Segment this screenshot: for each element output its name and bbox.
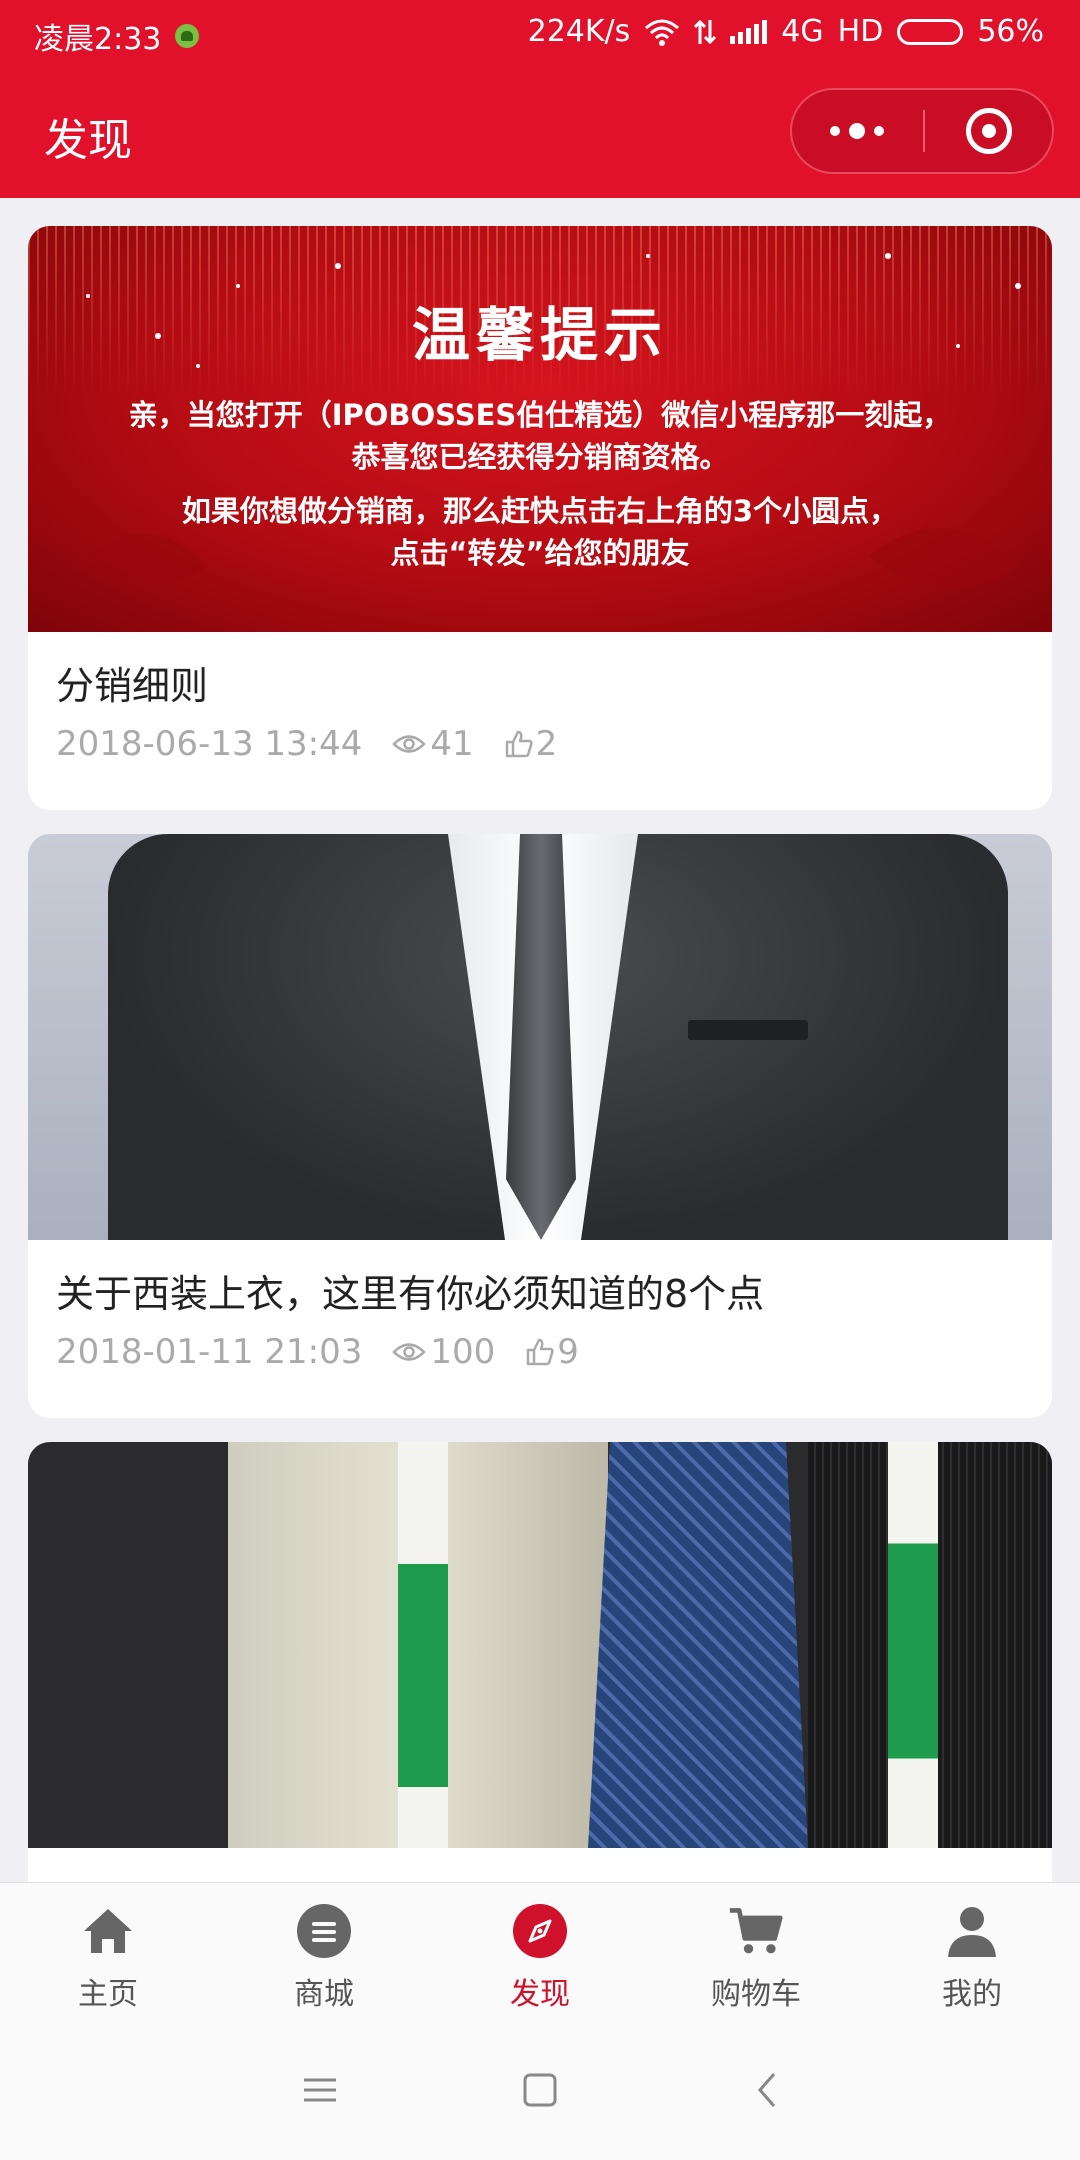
tab-label: 商城	[294, 1977, 354, 2012]
article-cover-image	[28, 834, 1052, 1240]
hd-indicator: HD	[837, 14, 884, 49]
article-card[interactable]: 温馨提示 亲，当您打开（IPOBOSSES伯仕精选）微信小程序那一刻起， 恭喜您…	[28, 226, 1052, 810]
tab-cart[interactable]: 购物车	[648, 1883, 864, 2031]
status-time: 凌晨2:33	[34, 22, 162, 57]
eye-icon	[392, 1343, 427, 1361]
tab-label: 购物车	[711, 1977, 801, 2012]
network-speed: 224K/s	[527, 14, 631, 49]
tab-mall[interactable]: 商城	[216, 1883, 432, 2031]
network-type: 4G	[781, 14, 824, 49]
article-banner-image: 温馨提示 亲，当您打开（IPOBOSSES伯仕精选）微信小程序那一刻起， 恭喜您…	[28, 226, 1052, 632]
tab-label: 发现	[510, 1977, 570, 2012]
cart-icon	[729, 1908, 783, 1954]
view-count: 100	[430, 1332, 496, 1372]
thumbs-up-icon[interactable]	[504, 729, 534, 759]
article-date: 2018-01-11 21:03	[56, 1332, 363, 1372]
article-meta: 2018-06-13 13:44 41 2	[56, 724, 1024, 764]
banner-text-line: 如果你想做分销商，那么赶快点击右上角的3个小圆点，	[181, 494, 899, 528]
article-feed[interactable]: 温馨提示 亲，当您打开（IPOBOSSES伯仕精选）微信小程序那一刻起， 恭喜您…	[0, 198, 1080, 1882]
article-card[interactable]	[28, 1442, 1052, 1882]
nav-bar: 发现	[0, 66, 1080, 198]
tab-mine[interactable]: 我的	[864, 1883, 1080, 2031]
tab-discover[interactable]: 发现	[432, 1883, 648, 2031]
article-cover-image	[28, 1442, 1052, 1848]
home-key-icon[interactable]	[520, 2070, 560, 2110]
tab-label: 我的	[942, 1977, 1002, 2012]
tab-bar: 主页 商城 发现 购物车 我的	[0, 1882, 1080, 2030]
app-notification-icon	[175, 24, 200, 48]
data-transfer-icon	[694, 19, 717, 44]
list-icon	[297, 1904, 351, 1958]
banner-text-line: 点击“转发”给您的朋友	[390, 536, 690, 570]
wifi-icon	[645, 19, 680, 46]
target-icon	[966, 108, 1012, 154]
banner-heading: 温馨提示	[411, 301, 668, 369]
battery-percent: 56%	[977, 14, 1044, 49]
view-count: 41	[430, 724, 474, 764]
article-title[interactable]: 关于西装上衣，这里有你必须知道的8个点	[56, 1270, 1024, 1318]
battery-icon	[897, 18, 964, 45]
thumbs-up-icon[interactable]	[525, 1337, 555, 1367]
tab-home[interactable]: 主页	[0, 1883, 216, 2031]
user-icon	[948, 1907, 996, 1957]
menu-key-icon[interactable]	[300, 2070, 340, 2110]
article-date: 2018-06-13 13:44	[56, 724, 363, 764]
page-title: 发现	[44, 115, 132, 166]
status-bar: 凌晨2:33 224K/s 4G HD 56%	[0, 0, 1080, 66]
miniprogram-capsule	[790, 88, 1054, 174]
like-count: 9	[557, 1332, 579, 1372]
signal-icon	[730, 19, 768, 44]
back-key-icon[interactable]	[748, 2070, 788, 2110]
compass-icon	[513, 1904, 567, 1958]
article-title[interactable]: 分销细则	[56, 662, 1024, 710]
close-button[interactable]	[924, 90, 1054, 172]
banner-text-line: 恭喜您已经获得分销商资格。	[351, 440, 729, 474]
banner-text-line: 亲，当您打开（IPOBOSSES伯仕精选）微信小程序那一刻起，	[128, 398, 952, 432]
more-button[interactable]	[792, 90, 922, 172]
eye-icon	[392, 735, 427, 753]
article-meta: 2018-01-11 21:03 100 9	[56, 1332, 1024, 1372]
system-navigation-bar	[0, 2030, 1080, 2160]
tab-label: 主页	[78, 1977, 138, 2012]
like-count: 2	[535, 724, 558, 764]
home-icon	[84, 1909, 132, 1953]
article-card[interactable]: 关于西装上衣，这里有你必须知道的8个点 2018-01-11 21:03 100…	[28, 834, 1052, 1418]
